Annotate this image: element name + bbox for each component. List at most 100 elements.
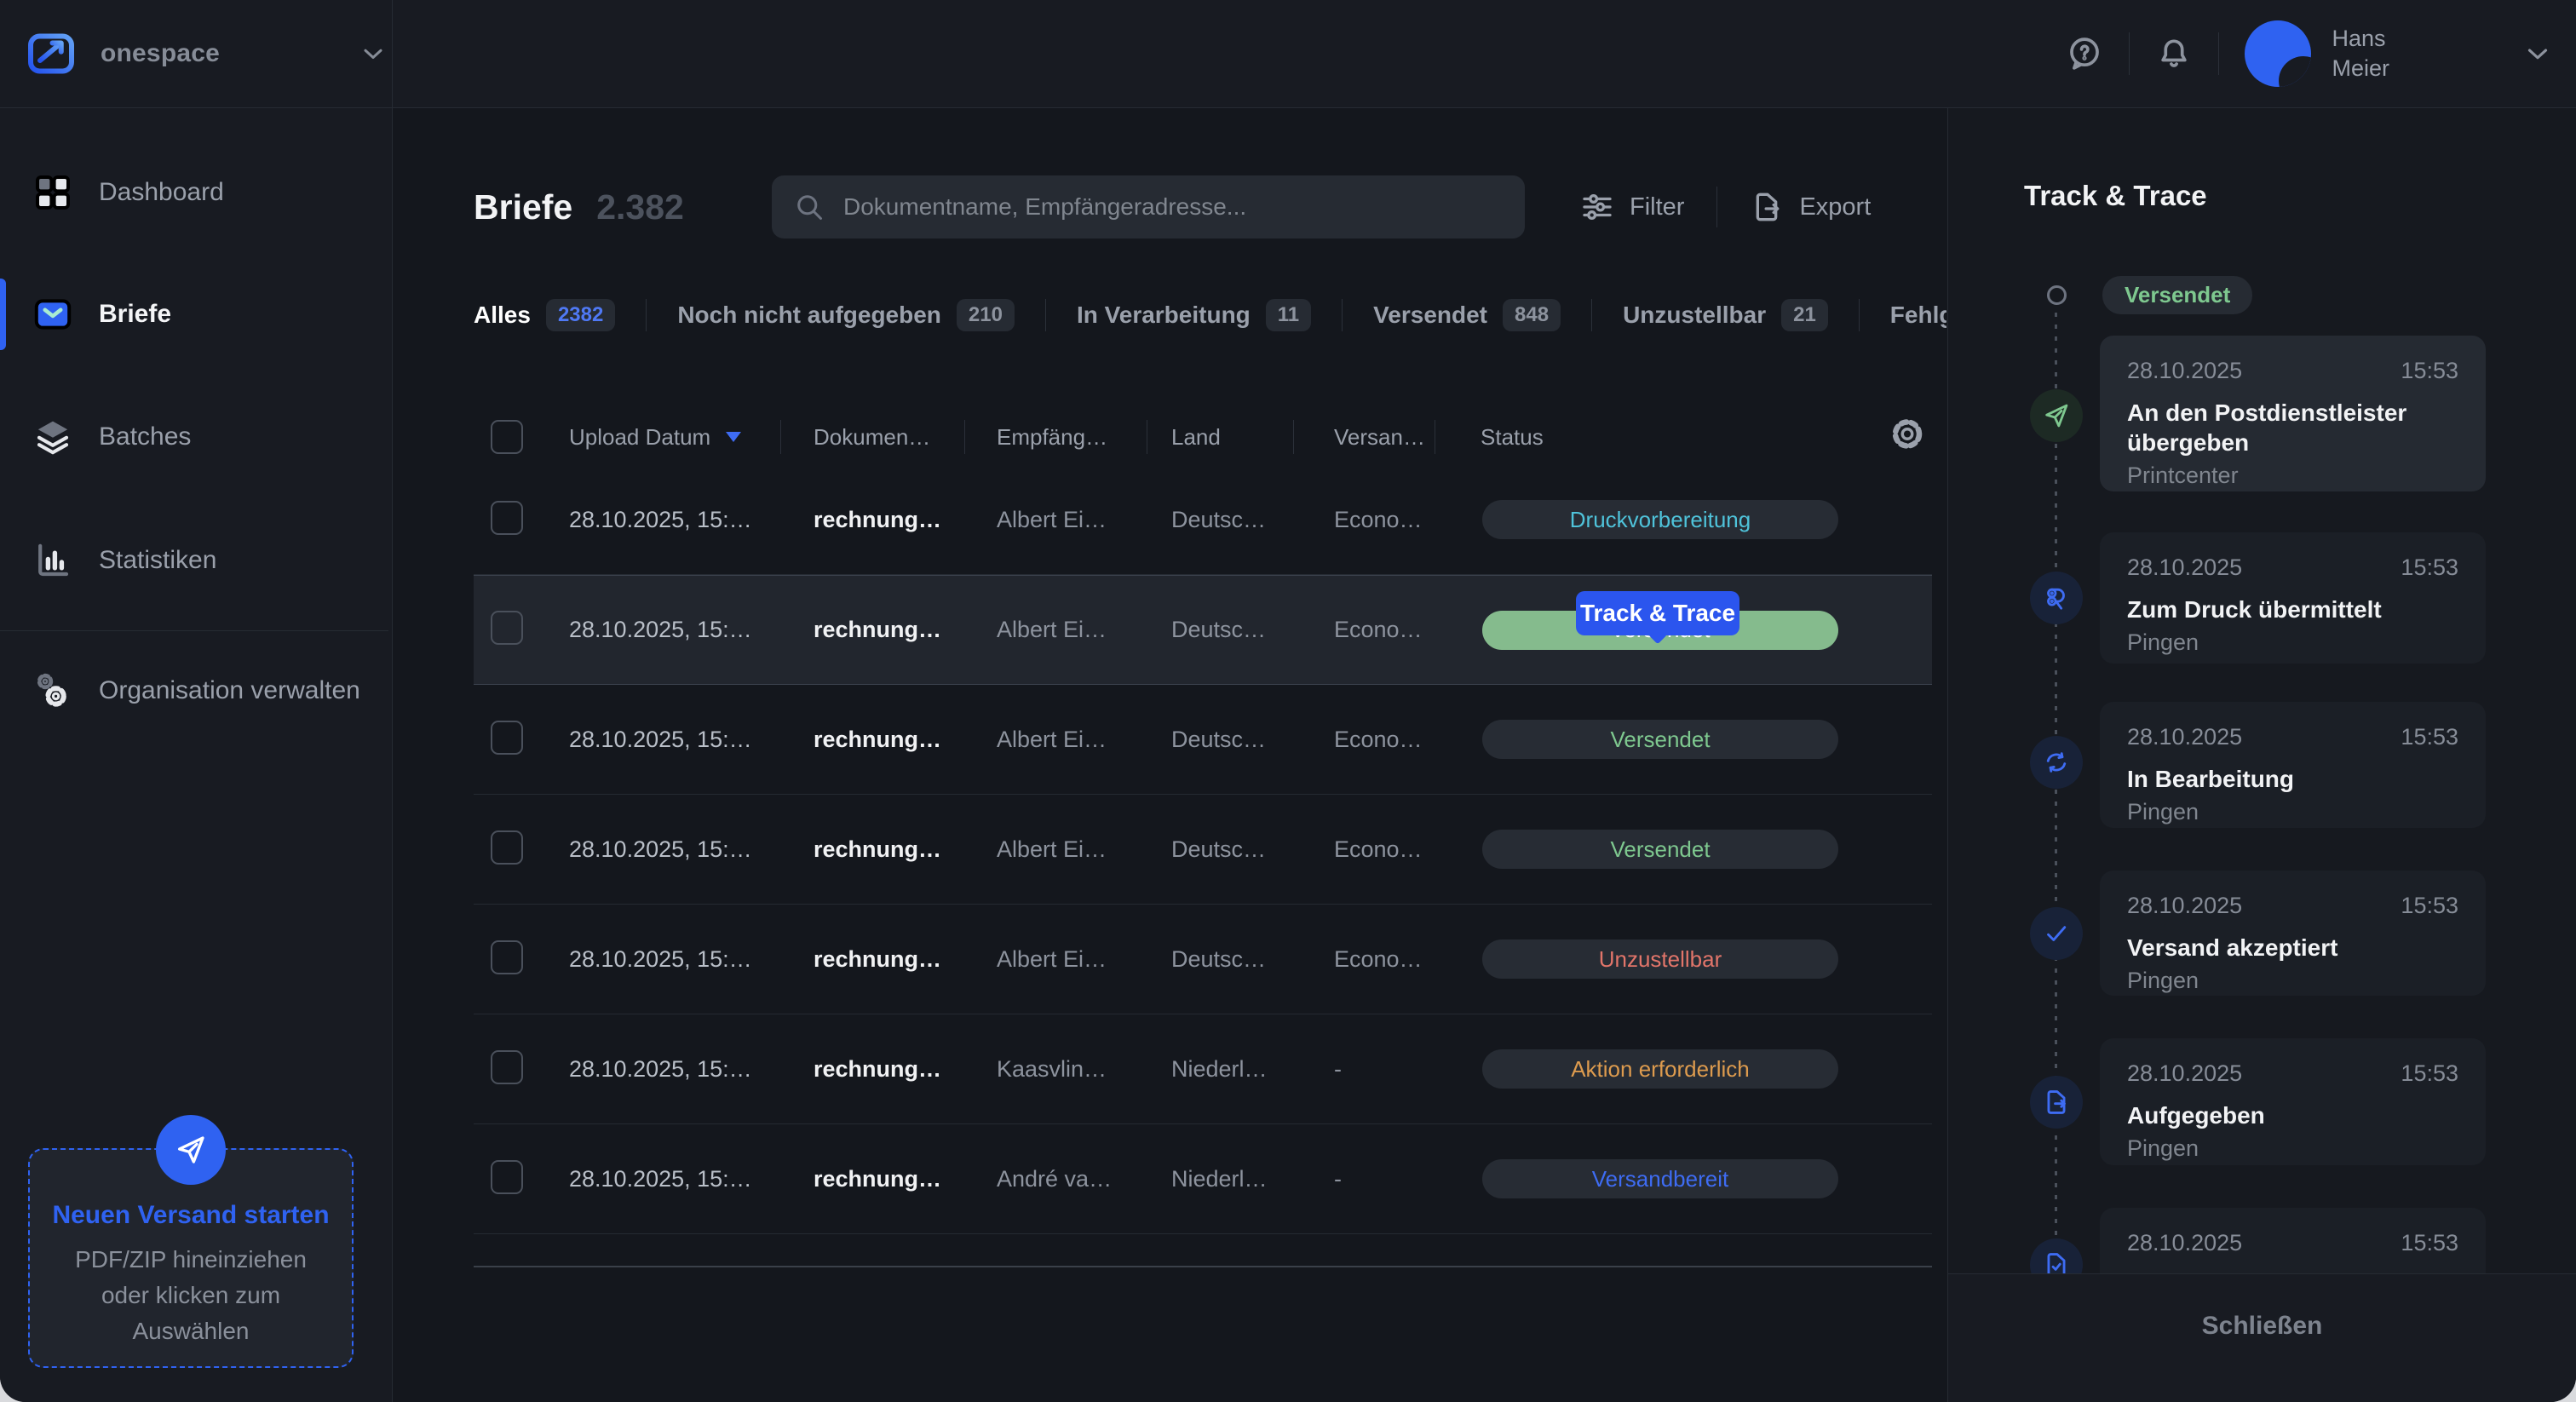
brand-name: onespace xyxy=(101,39,220,68)
hint-line: PDF/ZIP hineinziehen xyxy=(30,1242,352,1278)
event-time: 15:53 xyxy=(2401,358,2458,384)
event-subtitle: Pingen xyxy=(2127,1135,2458,1162)
row-checkbox[interactable] xyxy=(491,1160,523,1194)
table-row[interactable]: 28.10.2025, 15:… rechnung… André va… Nie… xyxy=(474,1124,1932,1234)
sidebar-item-dashboard[interactable]: Dashboard xyxy=(32,158,371,227)
help-icon[interactable] xyxy=(2066,35,2103,72)
hint-line: oder klicken zum xyxy=(30,1278,352,1313)
column-upload-datum[interactable]: Upload Datum xyxy=(550,409,780,465)
tab-versendet[interactable]: Versendet 848 xyxy=(1373,299,1561,331)
tab-in-verarbeitung[interactable]: In Verarbeitung 11 xyxy=(1077,299,1311,331)
cell-document: rechnung… xyxy=(780,1056,964,1083)
row-checkbox[interactable] xyxy=(491,721,523,755)
status-badge: Versendet xyxy=(1482,720,1838,759)
column-label: Status xyxy=(1481,424,1544,451)
row-checkbox[interactable] xyxy=(491,611,523,645)
tab-noch-nicht-aufgegeben[interactable]: Noch nicht aufgegeben 210 xyxy=(677,299,1015,331)
column-status[interactable]: Status xyxy=(1435,409,1932,465)
event-title: Zum Druck übermittelt xyxy=(2127,595,2458,624)
event-subtitle: Pingen xyxy=(2127,799,2458,825)
event-date: 28.10.2025 xyxy=(2127,893,2242,919)
cell-shipping: Econo… xyxy=(1293,946,1435,973)
cell-country: Niederl… xyxy=(1147,1166,1293,1192)
cell-country: Niederl… xyxy=(1147,1056,1293,1083)
page-title: Briefe xyxy=(474,187,572,227)
cell-document: rechnung… xyxy=(780,1166,964,1192)
event-subtitle: Pingen xyxy=(2127,629,2458,656)
row-checkbox[interactable] xyxy=(491,940,523,974)
table-row[interactable]: 28.10.2025, 15:… rechnung… Albert Ei… De… xyxy=(474,795,1932,905)
timeline-card: 28.10.2025 15:53 Versand akzeptiert Ping… xyxy=(2100,871,2486,996)
column-versandart[interactable]: Versan… xyxy=(1293,409,1435,465)
close-button[interactable]: Schließen xyxy=(2202,1312,2323,1341)
gears-icon xyxy=(32,670,73,711)
select-all-checkbox[interactable] xyxy=(491,420,523,454)
cell-document: rechnung… xyxy=(780,836,964,863)
table-settings-gear-icon[interactable] xyxy=(1888,415,1927,460)
event-subtitle: Printcenter xyxy=(2127,463,2458,489)
column-dokument[interactable]: Dokumen… xyxy=(780,409,964,465)
app-window: onespace Hans Meier xyxy=(0,0,2576,1402)
search-icon xyxy=(794,192,825,222)
filter-sliders-icon xyxy=(1580,190,1614,224)
row-checkbox[interactable] xyxy=(491,1050,523,1084)
status-badge: Versandbereit xyxy=(1482,1159,1838,1198)
user-last-name: Meier xyxy=(2332,55,2389,81)
row-checkbox[interactable] xyxy=(491,830,523,865)
tab-count-badge: 210 xyxy=(957,299,1015,331)
status-badge: Versendet xyxy=(1482,830,1838,869)
panel-footer: Schließen xyxy=(1948,1273,2576,1402)
user-menu-chevron-down-icon[interactable] xyxy=(2521,37,2554,70)
sidebar: Dashboard Briefe Batches S xyxy=(0,108,392,1402)
row-checkbox[interactable] xyxy=(491,501,523,535)
cell-upload-date: 28.10.2025, 15:… xyxy=(550,507,780,533)
tab-label: Alles xyxy=(474,302,531,329)
column-land[interactable]: Land xyxy=(1147,409,1293,465)
table-row[interactable]: 28.10.2025, 15:… rechnung… Kaasvlin… Nie… xyxy=(474,1014,1932,1124)
check-icon xyxy=(2030,907,2083,960)
tab-label: Unzustellbar xyxy=(1623,302,1766,329)
cell-recipient: Albert Ei… xyxy=(964,617,1147,643)
cell-recipient: Albert Ei… xyxy=(964,727,1147,753)
panel-title: Track & Trace xyxy=(2024,180,2207,212)
cell-upload-date: 28.10.2025, 15:… xyxy=(550,727,780,753)
brand-chevron-down-icon[interactable] xyxy=(358,38,388,69)
brand[interactable]: onespace xyxy=(24,0,220,107)
sidebar-item-organisation[interactable]: Organisation verwalten xyxy=(32,635,371,746)
table-row-clipped[interactable]: 28.10.2025, 15:… rechnung… André… Nieder… xyxy=(474,1234,1932,1267)
tab-count-badge: 11 xyxy=(1266,299,1311,331)
export-icon xyxy=(1750,190,1784,224)
tab-fehlgeschlagen[interactable]: Fehlgeschlagen xyxy=(1890,302,1946,329)
sidebar-item-statistiken[interactable]: Statistiken xyxy=(32,526,371,595)
avatar[interactable] xyxy=(2245,20,2311,87)
column-empfaenger[interactable]: Empfäng… xyxy=(964,409,1147,465)
divider xyxy=(1591,299,1592,331)
status-badge: Aktion erforderlich xyxy=(1482,1049,1838,1089)
sort-desc-icon[interactable] xyxy=(726,432,741,442)
search-input[interactable] xyxy=(842,192,1503,221)
sidebar-item-briefe[interactable]: Briefe xyxy=(32,280,371,348)
notifications-bell-icon[interactable] xyxy=(2155,35,2193,72)
column-label: Upload Datum xyxy=(569,424,710,451)
divider xyxy=(1045,299,1046,331)
filter-button[interactable]: Filter xyxy=(1580,190,1684,224)
table-row[interactable]: 28.10.2025, 15:… rechnung… Albert Ei… De… xyxy=(474,465,1932,575)
table-row[interactable]: 28.10.2025, 15:… rechnung… Albert Ei… De… xyxy=(474,685,1932,795)
tab-unzustellbar[interactable]: Unzustellbar 21 xyxy=(1623,299,1828,331)
cell-document: rechnung… xyxy=(780,727,964,753)
sidebar-item-label: Dashboard xyxy=(99,177,224,208)
tab-alles[interactable]: Alles 2382 xyxy=(474,299,615,331)
event-date: 28.10.2025 xyxy=(2127,1060,2242,1087)
panel-status-badge: Versendet xyxy=(2102,276,2252,314)
sidebar-item-batches[interactable]: Batches xyxy=(32,403,371,471)
event-time: 15:53 xyxy=(2401,554,2458,581)
new-shipment-dropzone[interactable]: Neuen Versand starten PDF/ZIP hineinzieh… xyxy=(28,1148,354,1368)
search-bar[interactable] xyxy=(772,175,1525,238)
export-button[interactable]: Export xyxy=(1750,190,1871,224)
bar-chart-icon xyxy=(32,540,73,581)
printer-roll-icon xyxy=(2030,572,2083,624)
active-indicator xyxy=(0,279,6,350)
table-row[interactable]: 28.10.2025, 15:… rechnung… Albert Ei… De… xyxy=(474,905,1932,1014)
timeline-card: 28.10.2025 15:53 An den Postdienstleiste… xyxy=(2100,336,2486,491)
event-time: 15:53 xyxy=(2401,724,2458,750)
